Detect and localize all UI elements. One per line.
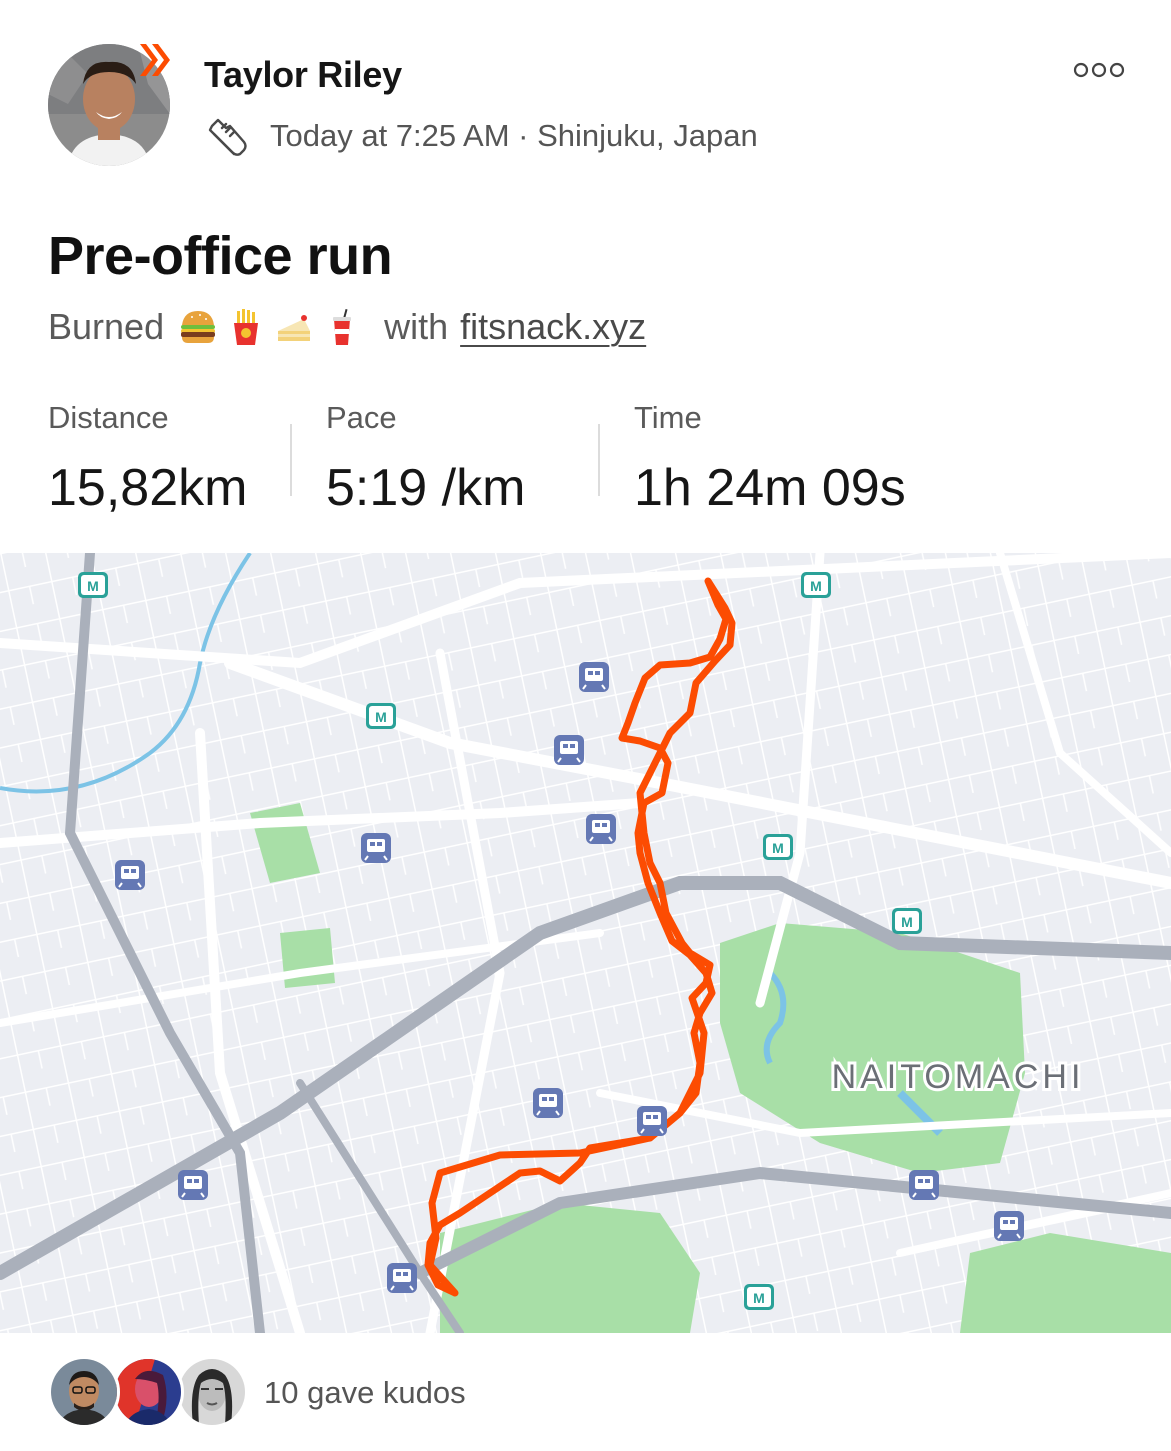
station-icon xyxy=(578,661,610,693)
athlete-name[interactable]: Taylor Riley xyxy=(204,54,402,96)
stat-time-value: 1h 24m 09s xyxy=(634,459,906,517)
kudos-count[interactable]: 10 gave kudos xyxy=(264,1375,466,1411)
subscriber-badge-icon xyxy=(140,44,170,76)
station-icon xyxy=(553,734,585,766)
activity-header: Taylor Riley Today at 7:25 AM · Shinjuku… xyxy=(0,0,1171,200)
cake-icon xyxy=(278,315,311,341)
park-southeast xyxy=(960,1233,1171,1333)
metro-icon xyxy=(744,1284,774,1310)
station-icon xyxy=(177,1169,209,1201)
running-shoe-icon xyxy=(208,118,247,156)
soda-icon xyxy=(333,308,352,345)
station-icon xyxy=(360,832,392,864)
station-icon xyxy=(114,859,146,891)
activity-title[interactable]: Pre-office run xyxy=(48,225,393,287)
stat-distance-label: Distance xyxy=(48,400,169,435)
stat-distance-value: 15,82km xyxy=(48,459,248,517)
hamburger-icon xyxy=(181,311,216,343)
metro-icon xyxy=(366,703,396,729)
stat-time: Time 1h 24m 09s xyxy=(634,400,906,518)
station-icon xyxy=(532,1087,564,1119)
metro-icon xyxy=(801,572,831,598)
kudos-avatar xyxy=(48,1356,120,1428)
map-canvas: M xyxy=(0,553,1171,1333)
activity-stats: Distance 15,82km Pace 5:19 /km Time 1h 2… xyxy=(0,400,1171,530)
athlete-avatar[interactable] xyxy=(48,44,170,166)
station-icon xyxy=(993,1210,1025,1242)
metro-icon xyxy=(763,834,793,860)
kudos-avatar xyxy=(112,1356,184,1428)
burned-prefix: Burned xyxy=(48,306,165,347)
area-label: NAITOMACHI xyxy=(832,1058,1085,1096)
stat-distance: Distance 15,82km xyxy=(48,400,247,518)
burned-suffix: with xyxy=(384,306,449,347)
metro-icon xyxy=(78,572,108,598)
activity-timestamp: Today at 7:25 AM xyxy=(270,118,510,153)
station-icon xyxy=(908,1169,940,1201)
kudos-footer: 10 gave kudos xyxy=(0,1333,1171,1451)
stat-pace: Pace 5:19 /km xyxy=(326,400,525,518)
fitsnack-link[interactable]: fitsnack.xyz xyxy=(460,306,646,348)
meta-separator: · xyxy=(509,118,538,153)
more-options-icon[interactable] xyxy=(1073,58,1125,82)
stat-divider xyxy=(598,424,600,496)
route-map[interactable]: M xyxy=(0,553,1171,1333)
station-icon xyxy=(636,1105,668,1137)
fries-icon xyxy=(234,309,259,345)
stat-time-label: Time xyxy=(634,400,702,435)
stat-divider xyxy=(290,424,292,496)
stat-pace-value: 5:19 /km xyxy=(326,459,526,517)
activity-location: Shinjuku, Japan xyxy=(537,118,758,153)
station-icon xyxy=(585,813,617,845)
activity-meta: Today at 7:25 AM · Shinjuku, Japan xyxy=(204,112,758,160)
station-icon xyxy=(386,1262,418,1294)
burned-calories-line: Burned with fitsnack.xyz xyxy=(48,306,646,348)
food-emojis xyxy=(178,307,370,347)
metro-icon xyxy=(892,908,922,934)
kudos-avatars[interactable] xyxy=(48,1356,248,1428)
kudos-avatar xyxy=(176,1356,248,1428)
stat-pace-label: Pace xyxy=(326,400,397,435)
